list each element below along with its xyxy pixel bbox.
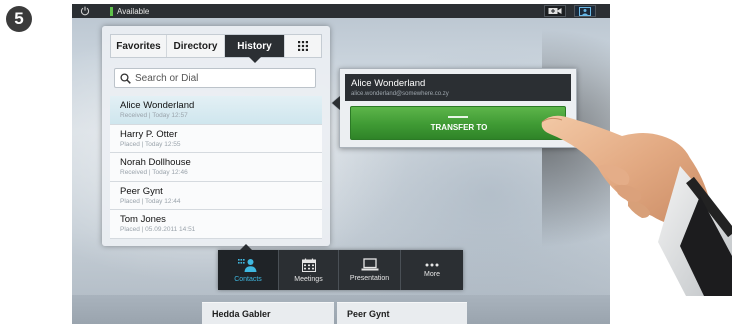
history-item-tom[interactable]: Tom Jones Placed | 05.09.2011 14:51 bbox=[110, 210, 322, 239]
history-item-norah[interactable]: Norah Dollhouse Received | Today 12:46 bbox=[110, 153, 322, 182]
contacts-tabs: Favorites Directory History bbox=[110, 34, 322, 63]
history-call-detail: Placed | Today 12:55 bbox=[120, 140, 181, 148]
tab-history[interactable]: History bbox=[225, 35, 285, 63]
nav-presentation[interactable]: Presentation bbox=[339, 250, 401, 290]
history-contact-name: Harry P. Otter bbox=[120, 128, 178, 140]
search-input[interactable] bbox=[135, 72, 305, 84]
history-item-harry[interactable]: Harry P. Otter Placed | Today 12:55 bbox=[110, 124, 322, 153]
status-bar: Available bbox=[72, 4, 610, 18]
bottom-nav-bar: Contacts Meetings Presentation More bbox=[218, 244, 463, 290]
selfview-icon bbox=[579, 6, 591, 16]
video-endpoint-screen: Available Favorites Directory History Se… bbox=[72, 4, 610, 324]
transfer-to-button[interactable]: TRANSFER TO bbox=[350, 106, 566, 140]
nav-more[interactable]: More bbox=[401, 250, 463, 290]
transfer-icon bbox=[448, 116, 468, 118]
hand-pointer-icon bbox=[541, 115, 732, 296]
nav-meetings[interactable]: Meetings bbox=[279, 250, 339, 290]
contact-detail-name: Alice Wonderland bbox=[351, 78, 426, 89]
history-item-peer[interactable]: Peer Gynt Placed | Today 12:44 bbox=[110, 181, 322, 210]
history-contact-name: Tom Jones bbox=[120, 214, 166, 225]
contacts-panel: Favorites Directory History Search or Di… bbox=[102, 26, 330, 246]
history-contact-name: Peer Gynt bbox=[120, 185, 163, 197]
tab-keypad[interactable] bbox=[285, 35, 321, 57]
transfer-to-label: TRANSFER TO bbox=[430, 123, 488, 132]
availability-indicator bbox=[110, 6, 113, 16]
tab-favorites[interactable]: Favorites bbox=[111, 35, 167, 57]
power-icon bbox=[80, 6, 90, 16]
participant-card-peer[interactable]: Peer Gynt bbox=[337, 302, 467, 324]
search-icon bbox=[120, 72, 131, 84]
nav-presentation-label: Presentation bbox=[349, 275, 390, 282]
search-field[interactable] bbox=[114, 68, 316, 88]
selfview-button[interactable] bbox=[574, 5, 596, 17]
nav-contacts-label: Contacts bbox=[234, 275, 262, 283]
nav-meetings-label: Meetings bbox=[294, 275, 323, 283]
history-call-detail: Received | Today 12:46 bbox=[120, 169, 188, 176]
camera-button[interactable] bbox=[544, 5, 566, 17]
participant-card-hedda[interactable]: Hedda Gabler bbox=[202, 302, 334, 324]
history-call-detail: Placed | 05.09.2011 14:51 bbox=[120, 226, 196, 233]
call-history-list: Alice Wonderland Received | Today 12:57 … bbox=[110, 96, 322, 239]
history-call-detail: Placed | Today 12:44 bbox=[120, 197, 181, 205]
power-button[interactable] bbox=[72, 4, 98, 18]
history-contact-name: Alice Wonderland bbox=[120, 100, 195, 111]
nav-more-label: More bbox=[424, 270, 440, 278]
contact-detail-email: alice.wonderland@somewhere.co.zy bbox=[351, 91, 449, 97]
step-number-badge: 5 bbox=[6, 6, 32, 32]
nav-contacts[interactable]: Contacts bbox=[218, 250, 279, 290]
laptop-icon bbox=[361, 258, 378, 271]
history-item-alice[interactable]: Alice Wonderland Received | Today 12:57 bbox=[110, 96, 322, 125]
more-icon bbox=[425, 263, 439, 266]
camera-icon bbox=[548, 8, 562, 14]
contacts-icon bbox=[238, 258, 257, 272]
history-contact-name: Norah Dollhouse bbox=[120, 157, 191, 168]
tab-directory[interactable]: Directory bbox=[167, 35, 225, 57]
contact-detail-header: Alice Wonderland alice.wonderland@somewh… bbox=[345, 74, 571, 101]
calendar-icon bbox=[301, 258, 316, 272]
availability-status[interactable]: Available bbox=[117, 7, 149, 16]
keypad-icon bbox=[298, 41, 308, 51]
history-call-detail: Received | Today 12:57 bbox=[120, 112, 188, 119]
